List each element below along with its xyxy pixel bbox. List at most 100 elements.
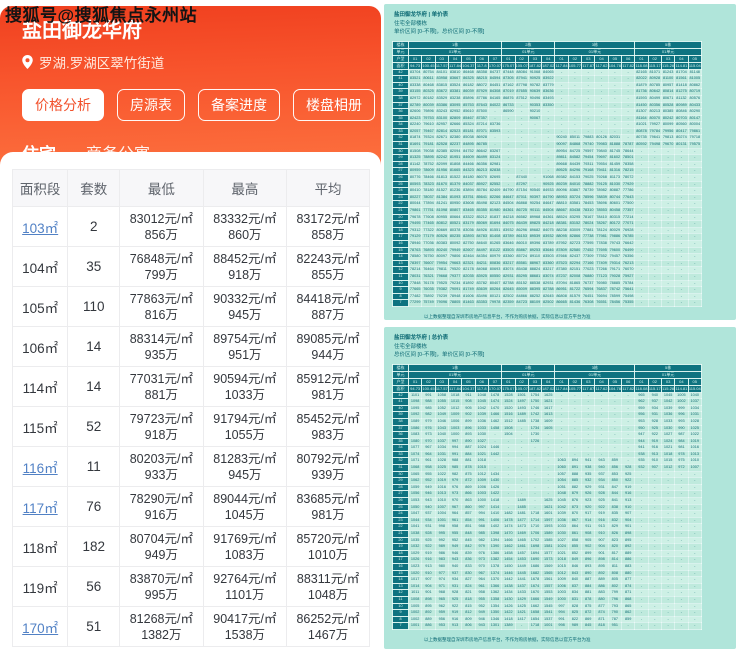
count-cell: 51 <box>67 606 121 647</box>
huxing-header: 05 <box>607 377 623 386</box>
price-cell: 1549 <box>541 595 556 604</box>
price-cell: 985 <box>447 464 463 472</box>
floor-label: 21 <box>392 530 409 538</box>
price-cell: 1046 <box>434 417 449 426</box>
price-cell: 1009 <box>554 576 569 584</box>
price-cell: - <box>634 595 649 604</box>
price-cell: 78839 <box>594 193 609 202</box>
price-cell: - <box>647 233 662 241</box>
avg-price-cell: 80792元/㎡ 939万 <box>286 446 370 487</box>
price-cell: - <box>687 622 703 630</box>
price-cell: - <box>687 286 703 294</box>
tab-listings[interactable]: 房源表 <box>117 89 185 121</box>
grid-area-row: 面积 94.73 100.45 117.57 117.84 104.37 117.8 170.… <box>392 384 703 393</box>
price-cell: - <box>647 556 662 564</box>
price-cell: 964 <box>447 510 463 518</box>
area-header: 117.8 <box>474 384 489 393</box>
price-cell: 76837 <box>594 286 609 294</box>
price-cell: 1524 <box>501 398 516 406</box>
price-cell: 80407 <box>487 279 503 288</box>
price-line: 860万 <box>228 227 262 242</box>
price-cell: 75927 <box>620 272 636 281</box>
price-cell: 83581 <box>567 200 583 208</box>
price-cell: 81606 <box>461 292 476 301</box>
price-cell: 1485 <box>514 417 529 426</box>
floor-label: 18 <box>392 549 409 558</box>
price-cell: 910 <box>620 503 636 512</box>
max-price-cell: 91769元/㎡ 1083万 <box>202 526 288 567</box>
price-cell: 80242 <box>660 114 676 123</box>
tab-filing-progress[interactable]: 备案进度 <box>198 89 280 121</box>
price-cell: 1438 <box>501 582 516 591</box>
price-cell: 826 <box>607 530 623 538</box>
price-cell: 877 <box>594 602 609 611</box>
price-cell: 883 <box>594 589 609 597</box>
price-cell: 83338 <box>407 81 423 90</box>
price-cell: 81307 <box>634 108 649 116</box>
price-cell: 81745 <box>607 147 623 156</box>
price-line: 939万 <box>311 467 345 482</box>
max-price-cell: 90594元/㎡ 1033万 <box>202 366 288 407</box>
price-cell: 77299 <box>407 299 423 307</box>
price-cell: - <box>567 424 583 433</box>
price-cell: 81142 <box>407 160 423 169</box>
price-cell: 849 <box>567 556 583 564</box>
price-cell: 958 <box>474 589 489 597</box>
price-line: 81268元/㎡ <box>129 611 193 626</box>
price-cell: - <box>647 220 662 228</box>
price-cell: 1021 <box>554 549 569 558</box>
price-cell: - <box>514 450 529 459</box>
price-cell: 78310 <box>581 207 596 215</box>
huxing-header: 01 <box>554 54 569 63</box>
price-cell: 75641 <box>620 286 636 294</box>
price-cell: 76308 <box>581 299 596 307</box>
price-cell: 1601 <box>541 510 556 518</box>
price-cell: - <box>594 68 609 77</box>
price-cell: 89539 <box>527 233 543 241</box>
area-link[interactable]: 117㎡ <box>23 501 58 516</box>
price-cell: - <box>687 233 703 241</box>
price-cell: 83724 <box>567 193 583 202</box>
area-link[interactable]: 170㎡ <box>22 621 58 636</box>
price-cell: 76694 <box>594 292 609 301</box>
price-cell: 983 <box>434 556 449 564</box>
price-cell: 885 <box>567 477 583 485</box>
price-cell: 1485 <box>514 503 529 512</box>
price-cell: - <box>647 589 662 597</box>
tab-price-analysis[interactable]: 价格分析 <box>22 89 104 121</box>
price-cell: - <box>660 266 676 274</box>
grid-row: 21 1038 928 995 955 848 985 1398 1470 1469 1706 158… <box>392 530 703 538</box>
price-cell: 1002 <box>407 609 423 617</box>
grid-filter: 总价区间 [0-不限]，单价区间 [0-不限] <box>394 352 485 359</box>
price-cell: 959 <box>434 609 449 617</box>
price-cell: - <box>607 127 623 136</box>
max-price-cell: 81283元/㎡ 945万 <box>202 446 288 487</box>
price-cell: - <box>674 233 689 241</box>
floor-label: 22 <box>392 523 409 531</box>
price-cell: 1470 <box>501 530 516 538</box>
price-cell: 956 <box>434 615 449 624</box>
area-link[interactable]: 116㎡ <box>23 461 58 476</box>
price-cell: 1022 <box>687 431 703 439</box>
price-cell: 887 <box>581 576 596 584</box>
price-cell: 88084 <box>514 68 529 77</box>
price-cell: 1063 <box>554 457 569 466</box>
tab-photo-album[interactable]: 楼盘相册 <box>293 89 375 121</box>
building-header: 3栋 <box>554 40 636 49</box>
price-cell: 81722 <box>567 286 583 294</box>
area-link[interactable]: 103㎡ <box>22 221 58 236</box>
floor-label: 26 <box>392 497 409 505</box>
price-cell: - <box>527 450 543 459</box>
min-price-cell: 77863元/㎡ 816万 <box>119 286 204 327</box>
price-cell: - <box>527 464 543 472</box>
price-cell: - <box>514 101 529 110</box>
price-cell: 1098 <box>407 398 423 406</box>
price-cell: - <box>660 226 676 235</box>
price-cell: 864 <box>567 523 583 531</box>
price-cell: - <box>687 253 703 261</box>
price-cell: 1617 <box>541 404 556 413</box>
price-cell: 80955 <box>434 213 449 222</box>
price-cell: 898 <box>620 530 636 538</box>
price-cell: - <box>501 174 516 182</box>
price-cell: - <box>634 543 649 551</box>
